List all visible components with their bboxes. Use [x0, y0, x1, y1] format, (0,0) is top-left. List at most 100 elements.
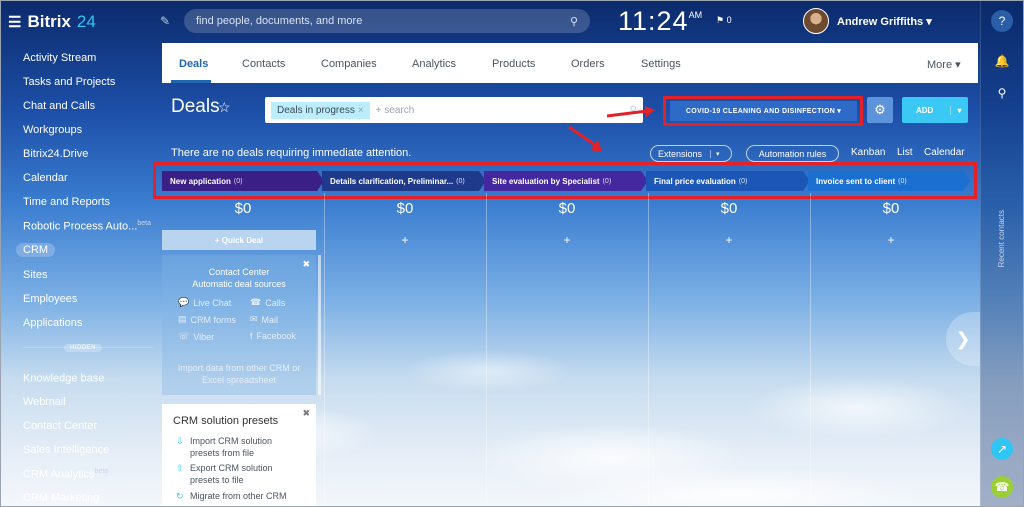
sidebar-item-calendar[interactable]: Calendar	[23, 172, 68, 184]
mail-link[interactable]: ✉ Mail	[250, 314, 278, 325]
sidebar: Activity Stream Tasks and Projects Chat …	[0, 42, 160, 507]
logo-number: 24	[76, 12, 96, 31]
annotation-arrow-icon	[606, 106, 655, 118]
beta-badge: beta	[94, 468, 109, 475]
phone-icon: ☎	[250, 297, 262, 307]
stage-sum: $0	[882, 200, 900, 217]
search-icon[interactable]: ⚲	[570, 15, 578, 28]
stage-sum: $0	[396, 200, 414, 217]
exit-icon[interactable]: ↗	[991, 438, 1013, 460]
calls-link[interactable]: ☎ Calls	[250, 297, 285, 308]
facebook-icon: f	[250, 331, 253, 341]
gear-icon[interactable]: ⚙	[867, 97, 893, 123]
export-presets-link[interactable]: ⇧ Export CRM solution presets to file	[176, 462, 273, 486]
facebook-link[interactable]: f Facebook	[250, 331, 296, 341]
tab-companies[interactable]: Companies	[321, 58, 377, 70]
stage-sum: $0	[234, 200, 252, 217]
phone-icon[interactable]: ☎	[991, 476, 1013, 498]
clock-time: 11:24	[618, 6, 689, 36]
sidebar-item-workgroups[interactable]: Workgroups	[23, 124, 82, 136]
crm-forms-link[interactable]: ▤ CRM forms	[178, 314, 236, 325]
add-deal-plus-icon[interactable]: +	[648, 233, 810, 247]
live-chat-link[interactable]: 💬 Live Chat	[178, 297, 231, 308]
mail-icon: ✉	[250, 314, 258, 324]
tab-analytics[interactable]: Analytics	[412, 58, 456, 70]
sidebar-item-employees[interactable]: Employees	[23, 293, 77, 305]
hidden-toggle[interactable]: HIDDEN	[64, 344, 103, 352]
add-deal-plus-icon[interactable]: +	[486, 233, 648, 247]
right-rail: ? 🔔 ⚲ Recent contacts ↗ ☎	[980, 0, 1024, 507]
extensions-button[interactable]: Extensions ▾	[650, 145, 732, 162]
view-kanban[interactable]: Kanban	[851, 147, 885, 158]
scrollbar[interactable]	[318, 255, 321, 395]
migrate-icon: ↻	[176, 491, 184, 501]
add-deal-button[interactable]: ADD ▾	[902, 97, 968, 123]
tab-more[interactable]: More ▾	[927, 58, 961, 71]
sidebar-item-crm-analytics[interactable]: CRM Analyticsbeta	[23, 468, 108, 481]
sidebar-item-activity-stream[interactable]: Activity Stream	[23, 52, 96, 64]
migrate-crm-link[interactable]: ↻ Migrate from other CRM	[176, 490, 287, 502]
sidebar-item-rpa[interactable]: Robotic Process Auto...beta	[23, 220, 151, 233]
pencil-icon[interactable]: ✎	[160, 14, 170, 28]
flag-icon: ⚑	[716, 15, 725, 25]
import-data-link[interactable]: Import data from other CRM or Excel sprea…	[162, 362, 316, 386]
form-icon: ▤	[178, 314, 187, 324]
active-tab-underline	[171, 80, 211, 83]
export-icon: ⇧	[176, 463, 184, 473]
sidebar-item-webmail[interactable]: Webmail	[23, 396, 66, 408]
flag-counter[interactable]: ⚑ 0	[716, 15, 732, 26]
chevron-down-icon: ▾	[950, 105, 968, 115]
view-list[interactable]: List	[897, 147, 913, 158]
global-search-input[interactable]: find people, documents, and more ⚲	[184, 9, 590, 33]
highlight-box	[663, 96, 863, 126]
import-presets-link[interactable]: ⇩ Import CRM solution presets from file	[176, 435, 272, 459]
close-icon[interactable]: ✖	[302, 408, 310, 419]
sidebar-item-chat[interactable]: Chat and Calls	[23, 100, 95, 112]
viber-link[interactable]: ☏ Viber	[178, 331, 214, 342]
sidebar-item-knowledge-base[interactable]: Knowledge basebeta	[23, 372, 118, 385]
presets-title: CRM solution presets	[173, 415, 279, 427]
sidebar-item-sales-intelligence[interactable]: Sales Intelligence	[23, 444, 109, 456]
bell-icon[interactable]: 🔔	[991, 50, 1013, 72]
sidebar-item-crm-marketing[interactable]: CRM Marketing	[23, 492, 99, 504]
add-deal-plus-icon[interactable]: +	[810, 233, 972, 247]
crm-tabs: Deals Contacts Companies Analytics Produ…	[162, 43, 978, 83]
viber-icon: ☏	[178, 331, 190, 341]
automation-rules-button[interactable]: Automation rules	[746, 145, 839, 162]
sidebar-item-sites[interactable]: Sites	[23, 269, 47, 281]
filter-chip[interactable]: Deals in progress ×	[271, 101, 370, 119]
tab-settings[interactable]: Settings	[641, 58, 681, 70]
sidebar-item-tasks[interactable]: Tasks and Projects	[23, 76, 115, 88]
flag-count: 0	[726, 15, 732, 25]
sidebar-item-contact-center[interactable]: Contact Center	[23, 420, 97, 432]
tab-deals[interactable]: Deals	[179, 58, 208, 70]
logo-text: Bitrix	[27, 12, 71, 31]
recent-contacts-label: Recent contacts	[997, 210, 1006, 268]
help-icon[interactable]: ?	[991, 10, 1013, 32]
close-icon[interactable]: ×	[358, 105, 364, 116]
search-icon[interactable]: ⚲	[991, 82, 1013, 104]
sidebar-item-crm[interactable]: CRM	[16, 243, 56, 257]
clock[interactable]: 11:24AM	[618, 6, 702, 37]
highlight-box	[153, 162, 977, 199]
chevron-down-icon: ▾	[926, 16, 932, 28]
user-menu[interactable]: Andrew Griffiths ▾	[837, 15, 932, 28]
view-calendar[interactable]: Calendar	[924, 147, 965, 158]
sidebar-item-applications[interactable]: Applications	[23, 317, 82, 329]
star-icon[interactable]: ☆	[218, 99, 231, 116]
tab-products[interactable]: Products	[492, 58, 535, 70]
stage-sum: $0	[720, 200, 738, 217]
top-bar: ☰ Bitrix 24 ✎ find people, documents, an…	[0, 0, 980, 42]
sidebar-item-drive[interactable]: Bitrix24.Drive	[23, 148, 88, 160]
deal-filter-input[interactable]: Deals in progress × + search ⚲	[265, 97, 643, 123]
tab-contacts[interactable]: Contacts	[242, 58, 285, 70]
app-logo[interactable]: ☰ Bitrix 24	[8, 12, 96, 32]
sidebar-item-time-reports[interactable]: Time and Reports	[23, 196, 110, 208]
menu-icon[interactable]: ☰	[8, 13, 21, 31]
quick-deal-button[interactable]: + Quick Deal	[162, 230, 316, 250]
contact-center-card: ✖ Contact Center Automatic deal sources 💬…	[162, 255, 316, 395]
add-deal-plus-icon[interactable]: +	[324, 233, 486, 247]
chevron-down-icon: ▾	[710, 149, 720, 158]
avatar[interactable]	[803, 8, 829, 34]
tab-orders[interactable]: Orders	[571, 58, 605, 70]
